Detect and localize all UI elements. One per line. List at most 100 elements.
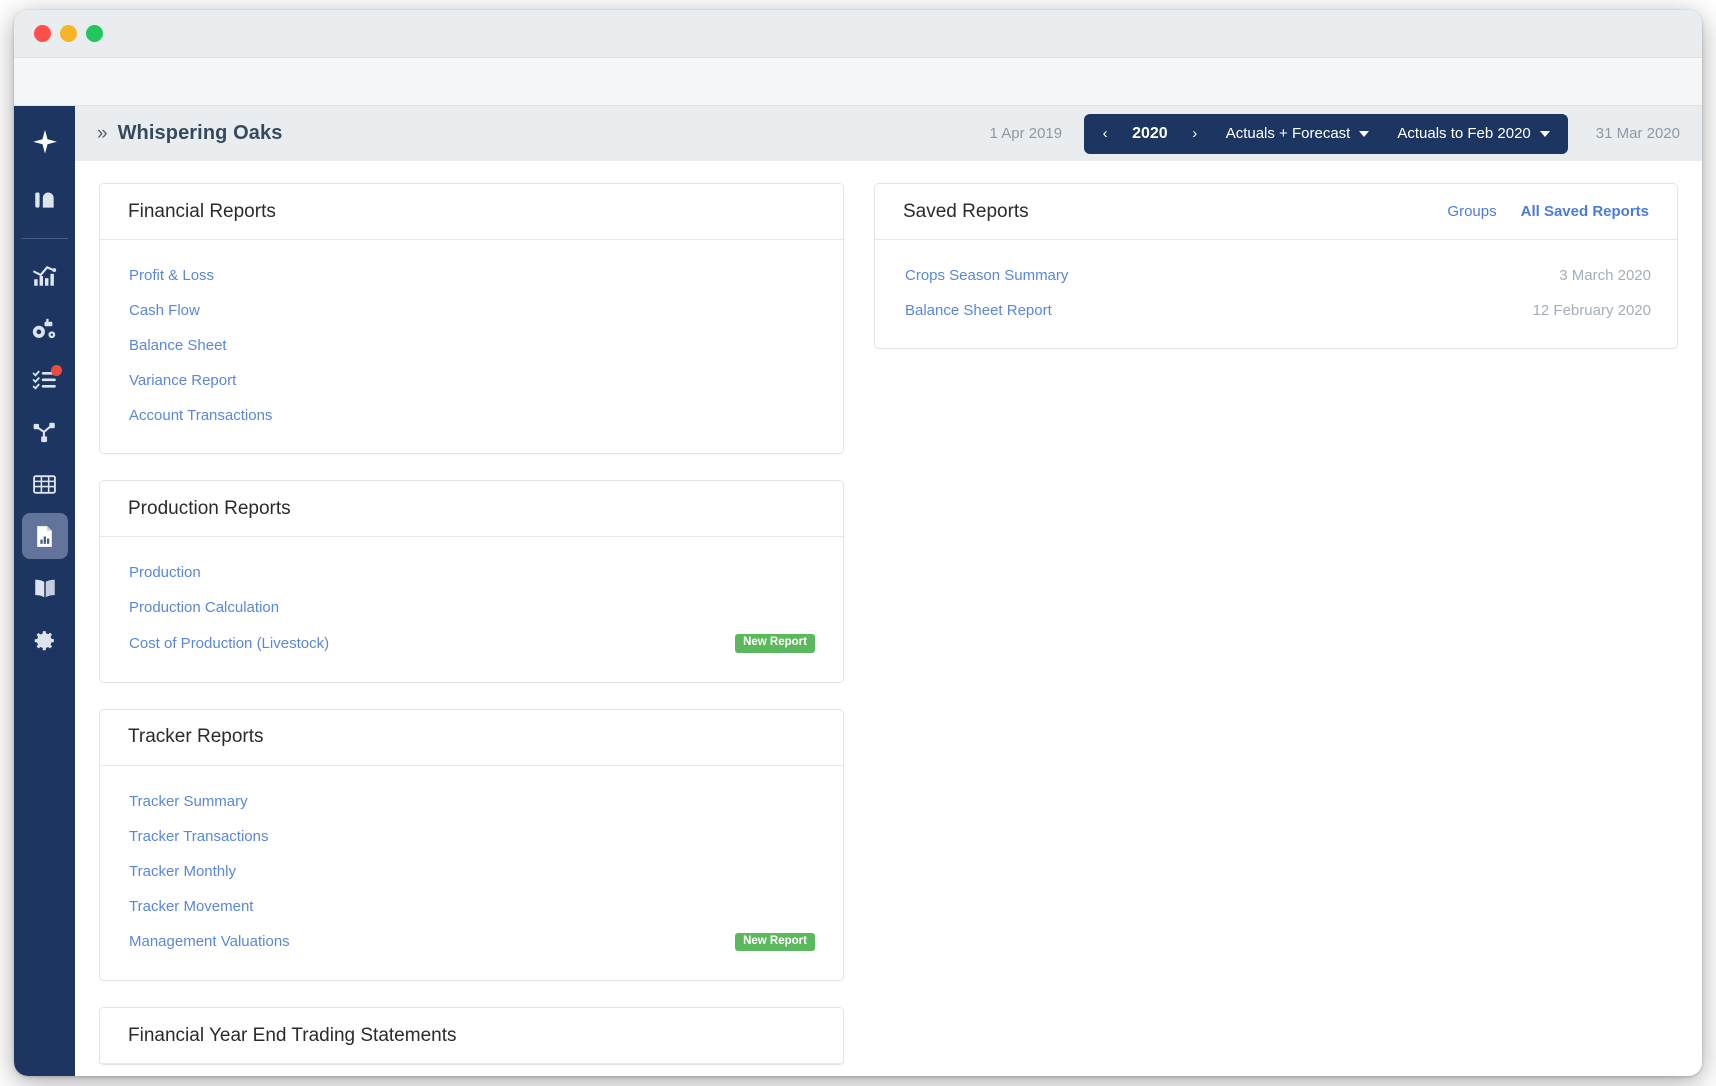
card-body: Crops Season Summary 3 March 2020 Balanc… bbox=[875, 240, 1677, 348]
saved-report-row[interactable]: Crops Season Summary 3 March 2020 bbox=[875, 258, 1677, 293]
report-row[interactable]: Tracker Transactions bbox=[100, 819, 843, 854]
grid-table-icon bbox=[32, 472, 57, 497]
report-row[interactable]: Account Transactions bbox=[100, 398, 843, 433]
saved-report-link[interactable]: Crops Season Summary bbox=[905, 267, 1068, 284]
bar-chart-line-icon bbox=[32, 263, 58, 289]
card-header: Financial Reports bbox=[100, 184, 843, 240]
sidebar-item-tasks[interactable] bbox=[22, 357, 68, 403]
card-title: Production Reports bbox=[128, 497, 291, 519]
next-year-button[interactable]: › bbox=[1178, 114, 1212, 154]
report-link[interactable]: Tracker Movement bbox=[129, 898, 253, 915]
close-window-button[interactable] bbox=[34, 25, 51, 42]
report-row[interactable]: Tracker Monthly bbox=[100, 854, 843, 889]
row-right-slot: 3 March 2020 bbox=[1559, 267, 1651, 284]
saved-reports-column: Saved Reports Groups All Saved Reports C… bbox=[874, 183, 1678, 1076]
groups-link[interactable]: Groups bbox=[1447, 203, 1496, 220]
sidebar-item-farm[interactable] bbox=[22, 176, 68, 222]
row-right-slot: New Report bbox=[735, 932, 815, 951]
report-link[interactable]: Management Valuations bbox=[129, 933, 290, 950]
current-year-label[interactable]: 2020 bbox=[1122, 125, 1178, 143]
report-row[interactable]: Cash Flow bbox=[100, 293, 843, 328]
chevron-down-icon bbox=[1359, 130, 1370, 137]
sidebar-item-analytics[interactable] bbox=[22, 253, 68, 299]
report-row[interactable]: Management Valuations New Report bbox=[100, 924, 843, 961]
card-title: Financial Year End Trading Statements bbox=[128, 1024, 457, 1046]
report-link[interactable]: Production bbox=[129, 564, 201, 581]
report-link[interactable]: Account Transactions bbox=[129, 407, 272, 424]
content-area: » Whispering Oaks 1 Apr 2019 ‹ 2020 › Ac… bbox=[75, 106, 1702, 1076]
window-titlebar bbox=[14, 10, 1702, 58]
card-header: Financial Year End Trading Statements bbox=[100, 1008, 843, 1064]
sidebar-item-workflow[interactable] bbox=[22, 409, 68, 455]
report-row[interactable]: Tracker Summary bbox=[100, 784, 843, 819]
card-title: Financial Reports bbox=[128, 200, 276, 222]
card-financial-year-end: Financial Year End Trading Statements bbox=[99, 1007, 844, 1065]
report-row[interactable]: Production Calculation bbox=[100, 590, 843, 625]
sidebar-item-settings[interactable] bbox=[22, 617, 68, 663]
maximize-window-button[interactable] bbox=[86, 25, 103, 42]
card-saved-reports: Saved Reports Groups All Saved Reports C… bbox=[874, 183, 1678, 349]
breadcrumb-expand-icon[interactable]: » bbox=[97, 124, 107, 143]
report-row[interactable]: Balance Sheet bbox=[100, 328, 843, 363]
period-selector-bar: ‹ 2020 › Actuals + Forecast Actuals to F… bbox=[1084, 113, 1568, 154]
saved-report-row[interactable]: Balance Sheet Report 12 February 2020 bbox=[875, 293, 1677, 328]
previous-year-button[interactable]: ‹ bbox=[1088, 114, 1122, 154]
row-right-slot: 12 February 2020 bbox=[1533, 302, 1651, 319]
report-link[interactable]: Production Calculation bbox=[129, 599, 279, 616]
scenario-dropdown-label: Actuals + Forecast bbox=[1225, 125, 1351, 142]
card-financial-reports: Financial Reports Profit & Loss Cash Flo… bbox=[99, 183, 844, 454]
card-header: Saved Reports Groups All Saved Reports bbox=[875, 184, 1677, 240]
report-link[interactable]: Tracker Summary bbox=[129, 793, 248, 810]
app-window: » Whispering Oaks 1 Apr 2019 ‹ 2020 › Ac… bbox=[14, 10, 1702, 1076]
open-book-icon bbox=[32, 575, 58, 601]
report-link[interactable]: Cost of Production (Livestock) bbox=[129, 635, 329, 652]
app-body: » Whispering Oaks 1 Apr 2019 ‹ 2020 › Ac… bbox=[14, 106, 1702, 1076]
sidebar-nav bbox=[14, 106, 75, 1076]
page-title: Whispering Oaks bbox=[117, 122, 283, 144]
sidebar-item-brand-logo[interactable] bbox=[22, 120, 68, 166]
saved-report-date: 3 March 2020 bbox=[1559, 267, 1651, 284]
card-header: Production Reports bbox=[100, 481, 843, 537]
card-body: Profit & Loss Cash Flow Balance Sheet Va… bbox=[100, 240, 843, 453]
period-start-date: 1 Apr 2019 bbox=[989, 125, 1063, 142]
report-categories-column: Financial Reports Profit & Loss Cash Flo… bbox=[99, 183, 844, 1076]
report-link[interactable]: Variance Report bbox=[129, 372, 236, 389]
report-link[interactable]: Tracker Monthly bbox=[129, 863, 236, 880]
row-right-slot: New Report bbox=[735, 634, 815, 653]
sidebar-item-spreadsheet[interactable] bbox=[22, 461, 68, 507]
actuals-dropdown-label: Actuals to Feb 2020 bbox=[1397, 125, 1531, 142]
report-row[interactable]: Production bbox=[100, 555, 843, 590]
barn-icon bbox=[32, 186, 58, 212]
saved-report-date: 12 February 2020 bbox=[1532, 302, 1651, 319]
period-end-date: 31 Mar 2020 bbox=[1595, 125, 1680, 142]
document-chart-icon bbox=[32, 524, 57, 549]
page-header: » Whispering Oaks 1 Apr 2019 ‹ 2020 › Ac… bbox=[75, 106, 1702, 161]
all-saved-reports-link[interactable]: All Saved Reports bbox=[1521, 203, 1649, 220]
browser-toolbar bbox=[14, 58, 1702, 106]
report-row[interactable]: Tracker Movement bbox=[100, 889, 843, 924]
sidebar-item-reports[interactable] bbox=[21, 513, 68, 559]
sidebar-divider bbox=[21, 238, 68, 239]
tractor-icon bbox=[31, 315, 58, 342]
minimize-window-button[interactable] bbox=[60, 25, 77, 42]
report-link[interactable]: Tracker Transactions bbox=[129, 828, 269, 845]
sidebar-item-machinery[interactable] bbox=[22, 305, 68, 351]
sidebar-item-library[interactable] bbox=[22, 565, 68, 611]
notification-badge bbox=[50, 365, 62, 376]
saved-reports-header-links: Groups All Saved Reports bbox=[1447, 203, 1649, 220]
card-body: Tracker Summary Tracker Transactions Tra… bbox=[100, 766, 843, 981]
actuals-dropdown[interactable]: Actuals to Feb 2020 bbox=[1383, 125, 1563, 142]
new-report-badge: New Report bbox=[735, 932, 815, 951]
card-title: Tracker Reports bbox=[128, 726, 264, 747]
report-link[interactable]: Cash Flow bbox=[129, 302, 200, 319]
report-link[interactable]: Profit & Loss bbox=[129, 267, 214, 284]
report-link[interactable]: Balance Sheet bbox=[129, 337, 227, 354]
saved-report-link[interactable]: Balance Sheet Report bbox=[905, 302, 1052, 319]
report-row[interactable]: Profit & Loss bbox=[100, 258, 843, 293]
scenario-dropdown[interactable]: Actuals + Forecast bbox=[1212, 125, 1384, 142]
report-row[interactable]: Variance Report bbox=[100, 363, 843, 398]
report-row[interactable]: Cost of Production (Livestock) New Repor… bbox=[100, 625, 843, 662]
chevron-down-icon bbox=[1539, 130, 1550, 137]
card-header: Tracker Reports bbox=[100, 710, 843, 766]
sitemap-icon bbox=[32, 419, 58, 445]
